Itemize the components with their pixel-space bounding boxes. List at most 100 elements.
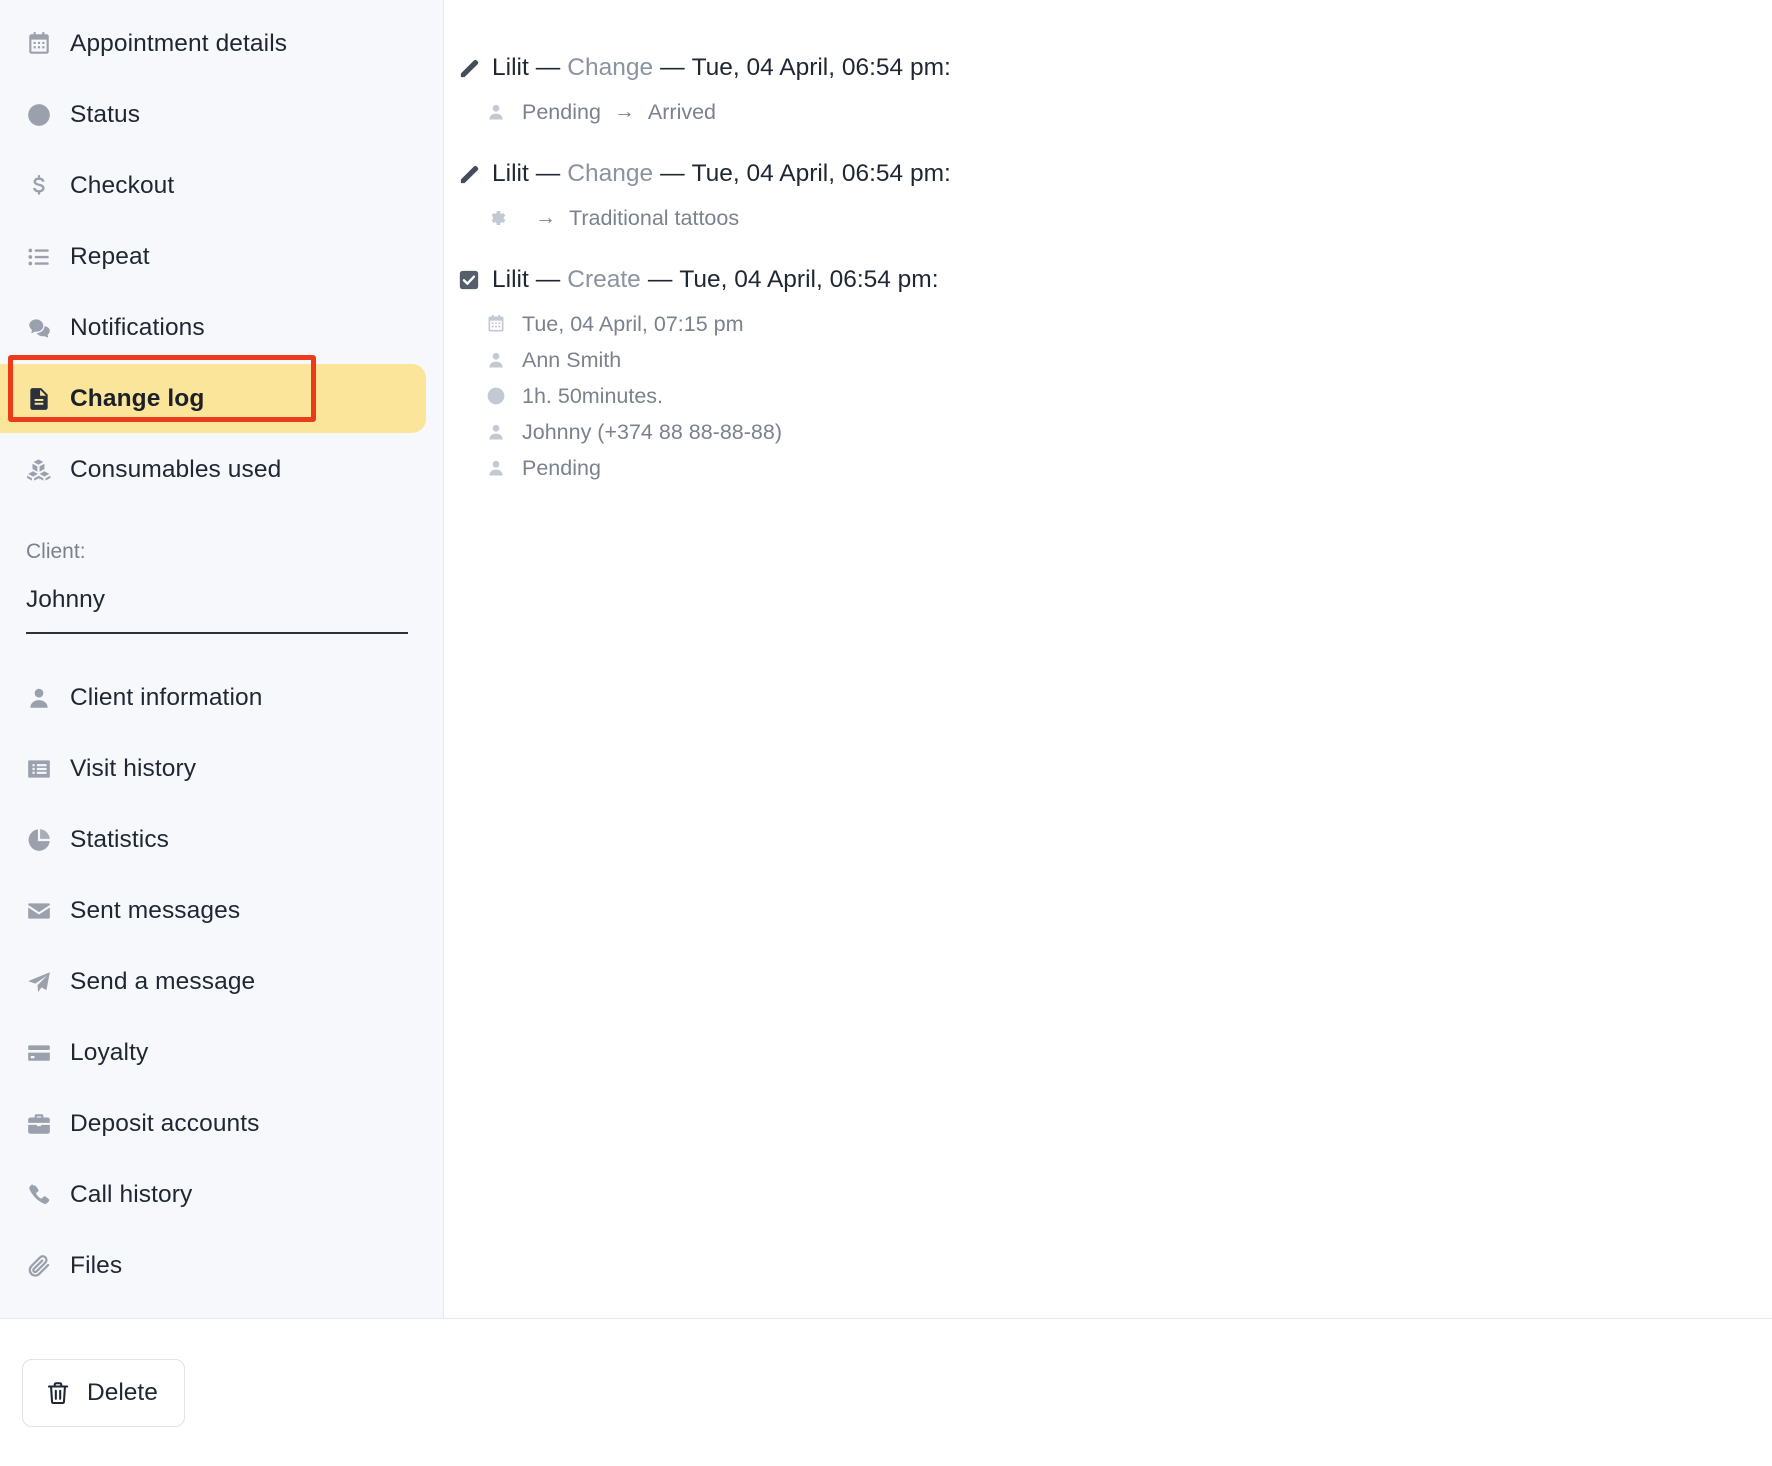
pencil-icon [458, 57, 488, 80]
paper-plane-icon [26, 969, 60, 995]
entry-separator: — [660, 54, 685, 81]
sidebar-item-files[interactable]: Files [0, 1230, 443, 1301]
sidebar-item-checkout[interactable]: Checkout [0, 150, 443, 221]
sidebar-item-label: Notifications [70, 313, 205, 341]
sidebar-item-consumables-used[interactable]: Consumables used [0, 434, 443, 505]
entry-action: Change [567, 54, 654, 81]
change-log-detail-row: → Traditional tattoos [458, 200, 1772, 236]
paperclip-icon [26, 1253, 60, 1279]
person-icon [486, 102, 512, 122]
change-log-entry: Lilit — Change — Tue, 04 April, 06:54 pm… [458, 48, 1772, 130]
detail-to-value: Traditional tattoos [569, 206, 740, 230]
sidebar: Appointment details Status Checkout Repe… [0, 0, 444, 1318]
entry-timestamp: Tue, 04 April, 06:54 pm: [679, 266, 939, 293]
entry-separator: — [535, 160, 561, 187]
sidebar-item-label: Files [70, 1251, 123, 1279]
entry-action: Create [567, 266, 641, 293]
change-log-detail-row: 1h. 50minutes. [458, 378, 1772, 414]
document-icon [26, 386, 60, 412]
person-icon [26, 685, 60, 711]
delete-button-label: Delete [87, 1378, 158, 1406]
delete-button[interactable]: Delete [22, 1358, 185, 1427]
change-log-entry-body: Pending → Arrived [458, 94, 1772, 130]
sidebar-item-label: Deposit accounts [70, 1109, 260, 1137]
sidebar-item-label: Loyalty [70, 1038, 149, 1066]
change-log-content: Lilit — Change — Tue, 04 April, 06:54 pm… [444, 0, 1772, 1318]
detail-to-value: Arrived [647, 100, 717, 124]
change-log-detail-row: Johnny (+374 88 88-88-88) [458, 414, 1772, 450]
boxes-icon [26, 457, 60, 483]
entry-separator: — [660, 160, 685, 187]
sidebar-item-sent-messages[interactable]: Sent messages [0, 875, 443, 946]
sidebar-item-client-information[interactable]: Client information [0, 662, 443, 733]
chat-bubbles-icon [26, 315, 60, 341]
client-field-value[interactable]: Johnny [26, 586, 417, 632]
envelope-icon [26, 898, 60, 924]
entry-separator: — [535, 54, 561, 81]
sidebar-item-call-history[interactable]: Call history [0, 1159, 443, 1230]
sidebar-item-label: Call history [70, 1180, 193, 1208]
sidebar-item-visit-history[interactable]: Visit history [0, 733, 443, 804]
briefcase-icon [26, 1111, 60, 1137]
sidebar-item-label: Visit history [70, 754, 197, 782]
list-box-icon [26, 756, 60, 782]
appointment-panel: Appointment details Status Checkout Repe… [0, 0, 1772, 1466]
sidebar-item-label: Client information [70, 683, 263, 711]
trash-icon [45, 1380, 71, 1406]
entry-author: Lilit [492, 266, 529, 293]
change-log-entry-header: Lilit — Change — Tue, 04 April, 06:54 pm… [458, 48, 1772, 88]
change-log-entry: Lilit — Create — Tue, 04 April, 06:54 pm… [458, 260, 1772, 486]
sidebar-item-label: Status [70, 100, 141, 128]
change-log-detail-row: Ann Smith [458, 342, 1772, 378]
detail-text: Tue, 04 April, 07:15 pm [522, 312, 744, 336]
detail-text: 1h. 50minutes. [522, 384, 664, 408]
client-field-label: Client: [26, 540, 86, 563]
sidebar-item-label: Appointment details [70, 29, 288, 57]
person-icon [486, 350, 512, 370]
calendar-icon [26, 31, 60, 57]
sidebar-item-send-a-message[interactable]: Send a message [0, 946, 443, 1017]
detail-text: Johnny (+374 88 88-88-88) [522, 420, 782, 444]
detail-text: Ann Smith [522, 348, 622, 372]
sidebar-item-label: Send a message [70, 967, 256, 995]
sidebar-item-label: Statistics [70, 825, 170, 853]
clock-icon [26, 102, 60, 128]
entry-timestamp: Tue, 04 April, 06:54 pm: [691, 160, 951, 187]
entry-separator: — [535, 266, 561, 293]
entry-author: Lilit [492, 160, 529, 187]
entry-timestamp: Tue, 04 April, 06:54 pm: [691, 54, 951, 81]
sidebar-item-label: Checkout [70, 171, 175, 199]
dollar-icon [26, 173, 60, 199]
sidebar-item-notifications[interactable]: Notifications [0, 292, 443, 363]
change-log-detail-row: Pending → Arrived [458, 94, 1772, 130]
entry-author: Lilit [492, 54, 529, 81]
sidebar-item-loyalty[interactable]: Loyalty [0, 1017, 443, 1088]
change-log-entry-header: Lilit — Change — Tue, 04 April, 06:54 pm… [458, 154, 1772, 194]
sidebar-item-label: Sent messages [70, 896, 241, 924]
change-log-detail-row: Pending [458, 450, 1772, 486]
arrow-right-icon: → [613, 100, 635, 123]
change-log-entry-body: Tue, 04 April, 07:15 pm Ann Smith 1h. 50… [458, 306, 1772, 486]
sidebar-item-status[interactable]: Status [0, 79, 443, 150]
sidebar-item-statistics[interactable]: Statistics [0, 804, 443, 875]
panel-body: Appointment details Status Checkout Repe… [0, 0, 1772, 1318]
clock-icon [486, 386, 512, 406]
change-log-detail-row: Tue, 04 April, 07:15 pm [458, 306, 1772, 342]
entry-action: Change [567, 160, 654, 187]
detail-from-value: Pending [522, 100, 601, 124]
list-icon [26, 244, 60, 270]
sidebar-item-appointment-details[interactable]: Appointment details [0, 8, 443, 79]
credit-card-icon [26, 1040, 60, 1066]
sidebar-item-repeat[interactable]: Repeat [0, 221, 443, 292]
pie-chart-icon [26, 827, 60, 853]
arrow-right-icon: → [535, 206, 556, 229]
sidebar-item-change-log[interactable]: Change log [0, 363, 443, 434]
entry-separator: — [647, 266, 673, 293]
checkbox-checked-icon [458, 269, 488, 291]
change-log-entry-header: Lilit — Create — Tue, 04 April, 06:54 pm… [458, 260, 1772, 300]
sidebar-item-label: Consumables used [70, 455, 282, 483]
gear-icon [486, 208, 512, 228]
change-log-entry: Lilit — Change — Tue, 04 April, 06:54 pm… [458, 154, 1772, 236]
footer-bar: Delete [0, 1318, 1772, 1466]
sidebar-item-deposit-accounts[interactable]: Deposit accounts [0, 1088, 443, 1159]
